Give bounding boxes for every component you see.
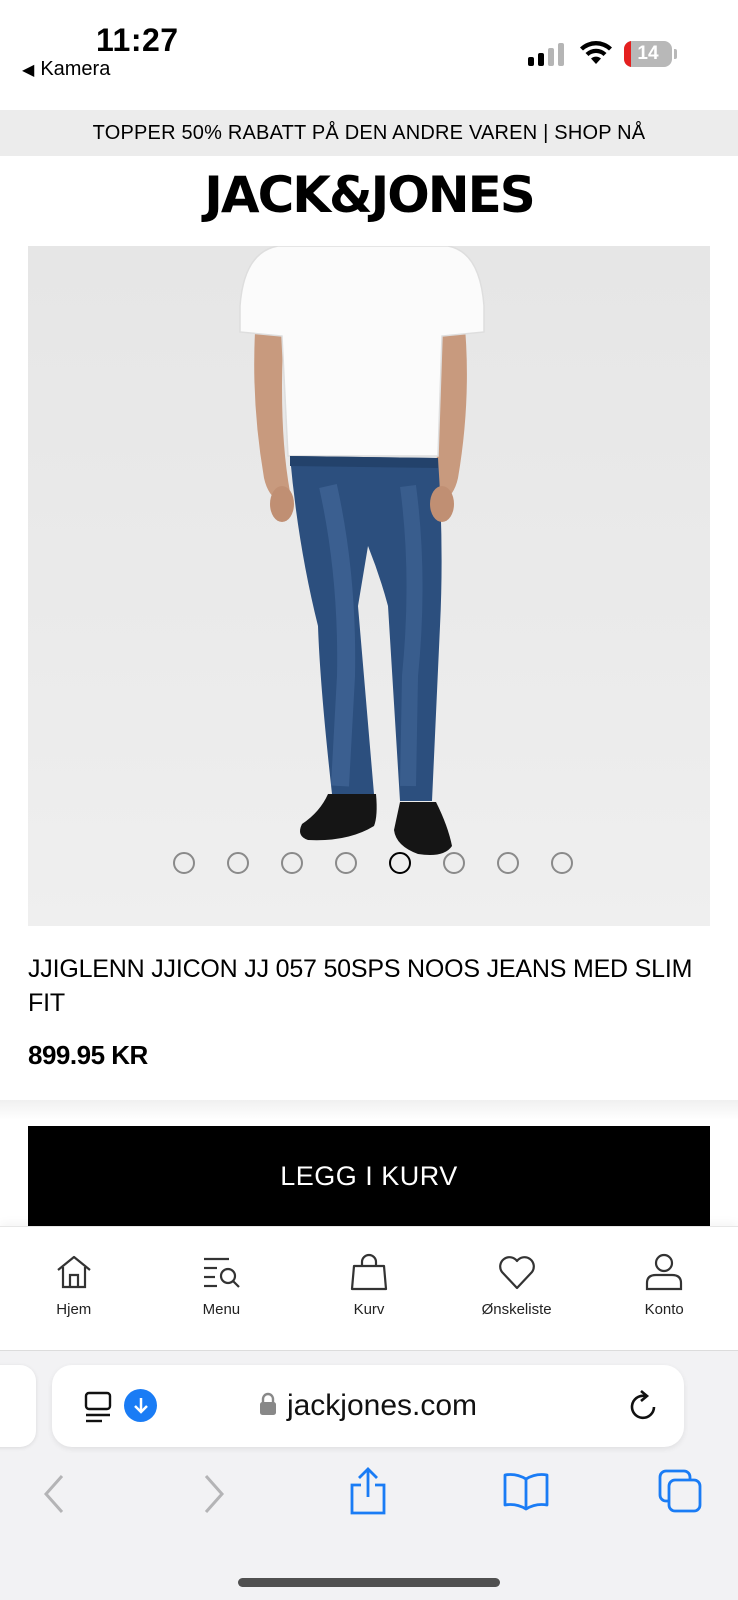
browser-toolbar xyxy=(0,1463,738,1533)
lock-icon xyxy=(259,1392,276,1416)
back-app-label: Kamera xyxy=(40,58,111,80)
forward-icon[interactable] xyxy=(202,1473,226,1515)
home-icon xyxy=(57,1255,91,1289)
share-icon[interactable] xyxy=(348,1467,388,1515)
address-bar[interactable]: jackjones.com xyxy=(52,1365,684,1447)
status-bar: 11:27 ◀ Kamera 14 xyxy=(0,0,738,110)
carousel-dot[interactable] xyxy=(551,852,573,874)
sticky-shadow xyxy=(0,1100,738,1120)
carousel-dot[interactable] xyxy=(335,852,357,874)
product-title: JJIGLENN JJICON JJ 057 50SPS NOOS JEANS … xyxy=(28,955,693,1017)
carousel-dot[interactable] xyxy=(497,852,519,874)
nav-item-menu[interactable]: Menu xyxy=(148,1227,296,1350)
nav-item-home[interactable]: Hjem xyxy=(0,1227,148,1350)
heart-icon xyxy=(498,1256,535,1290)
add-to-cart-button[interactable]: LEGG I KURV xyxy=(28,1126,710,1226)
user-icon xyxy=(646,1253,683,1291)
nav-label-account: Konto xyxy=(644,1301,684,1318)
nav-item-account[interactable]: Konto xyxy=(590,1227,738,1350)
product-price: 899.95 KR xyxy=(28,1040,148,1070)
wifi-icon xyxy=(580,41,612,64)
nav-item-wishlist[interactable]: Ønskeliste xyxy=(443,1227,591,1350)
nav-label-menu: Menu xyxy=(202,1301,241,1318)
home-indicator[interactable] xyxy=(238,1578,500,1587)
carousel-dots xyxy=(28,852,710,874)
nav-label-home: Hjem xyxy=(56,1301,92,1318)
nav-label-wishlist: Ønskeliste xyxy=(481,1301,552,1318)
bottom-navigation: Hjem Menu Kurv Ønskeliste Konto xyxy=(0,1226,738,1350)
product-image-carousel[interactable] xyxy=(28,246,710,926)
carousel-dot[interactable] xyxy=(227,852,249,874)
carousel-dot[interactable] xyxy=(173,852,195,874)
brand-logo[interactable]: JACK&JONES xyxy=(0,166,738,224)
back-triangle-icon: ◀ xyxy=(22,61,35,79)
reload-icon[interactable] xyxy=(628,1389,660,1423)
nav-item-cart[interactable]: Kurv xyxy=(295,1227,443,1350)
url-text: jackjones.com xyxy=(286,1389,478,1422)
bookmarks-icon[interactable] xyxy=(502,1471,550,1511)
battery-icon: 14 xyxy=(624,41,672,67)
back-to-app-button[interactable]: ◀ Kamera xyxy=(22,58,110,81)
cellular-signal-icon xyxy=(528,42,564,66)
previous-tab-preview[interactable] xyxy=(0,1365,36,1447)
menu-search-icon xyxy=(204,1257,241,1288)
carousel-dot[interactable] xyxy=(389,852,411,874)
back-icon[interactable] xyxy=(42,1473,66,1515)
product-photo xyxy=(239,246,485,855)
tabs-icon[interactable] xyxy=(658,1469,702,1513)
promo-banner[interactable]: TOPPER 50% RABATT PÅ DEN ANDRE VAREN | S… xyxy=(0,110,738,156)
carousel-dot[interactable] xyxy=(281,852,303,874)
clock: 11:27 xyxy=(96,22,179,58)
carousel-dot[interactable] xyxy=(443,852,465,874)
bag-icon xyxy=(350,1253,388,1291)
battery-level: 14 xyxy=(637,43,659,64)
browser-chrome: jackjones.com xyxy=(0,1350,738,1600)
battery-cap xyxy=(674,49,677,59)
url-display[interactable]: jackjones.com xyxy=(52,1389,684,1423)
nav-label-cart: Kurv xyxy=(353,1301,385,1318)
